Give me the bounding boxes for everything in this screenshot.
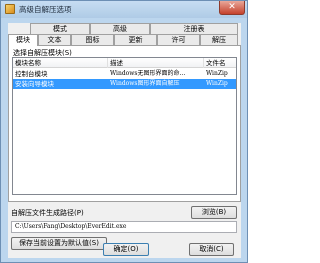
app-icon — [5, 4, 15, 14]
title-bar[interactable]: 高级自解压选项 ✕ — [1, 1, 247, 18]
cancel-button[interactable]: 取消(C) — [189, 243, 234, 256]
column-header-description[interactable]: 描述 — [108, 58, 204, 68]
module-description-cell: Windows图形界面自解压 — [110, 80, 180, 87]
tab-mode[interactable]: 模式 — [30, 23, 90, 34]
column-header-module-name[interactable]: 模块名称 — [13, 58, 108, 68]
ok-button[interactable]: 确定(O) — [103, 243, 149, 256]
module-file-cell: WinZip — [206, 70, 228, 77]
tab-registry[interactable]: 注册表 — [150, 23, 238, 34]
dialog-client-area: 模式 高级 注册表 模块 文本 图标 更新 许可 解压 选择自解压模块(S) 模… — [8, 23, 241, 258]
advanced-sfx-options-dialog: 高级自解压选项 ✕ 模式 高级 注册表 模块 文本 图标 更新 许可 解压 选择… — [0, 0, 248, 263]
close-button[interactable]: ✕ — [219, 1, 245, 15]
output-path-field[interactable]: C:\Users\Fang\Desktop\EverEdit.exe — [11, 221, 237, 233]
window-title: 高级自解压选项 — [19, 5, 72, 14]
tab-extract[interactable]: 解压 — [200, 34, 238, 45]
module-tab-panel: 选择自解压模块(S) 模块名称 描述 文件名 控制台模块 Windows无图形界… — [8, 45, 241, 202]
tab-advanced[interactable]: 高级 — [90, 23, 150, 34]
list-header: 模块名称 描述 文件名 — [13, 58, 236, 68]
tab-icon[interactable]: 图标 — [71, 34, 114, 45]
module-list[interactable]: 模块名称 描述 文件名 控制台模块 Windows无图形界面的命... WinZ… — [12, 57, 237, 195]
module-description-cell: Windows无图形界面的命... — [110, 70, 186, 77]
save-default-button[interactable]: 保存当前设置为默认值(S) — [11, 237, 107, 250]
table-row[interactable]: 控制台模块 Windows无图形界面的命... WinZip — [13, 69, 236, 79]
module-file-cell: WinZip — [206, 80, 228, 87]
tab-text[interactable]: 文本 — [38, 34, 71, 45]
table-row-selected[interactable]: 安装向导模块 Windows图形界面自解压 WinZip — [13, 79, 236, 89]
browse-button[interactable]: 浏览(B) — [191, 206, 237, 219]
tab-license[interactable]: 许可 — [157, 34, 200, 45]
module-name-cell: 控制台模块 — [15, 70, 48, 78]
tab-module[interactable]: 模块 — [8, 34, 38, 46]
column-header-filename[interactable]: 文件名 — [204, 58, 236, 68]
tab-update[interactable]: 更新 — [114, 34, 157, 45]
module-name-cell: 安装向导模块 — [15, 80, 54, 88]
output-path-label: 自解压文件生成路径(P) — [11, 209, 84, 217]
